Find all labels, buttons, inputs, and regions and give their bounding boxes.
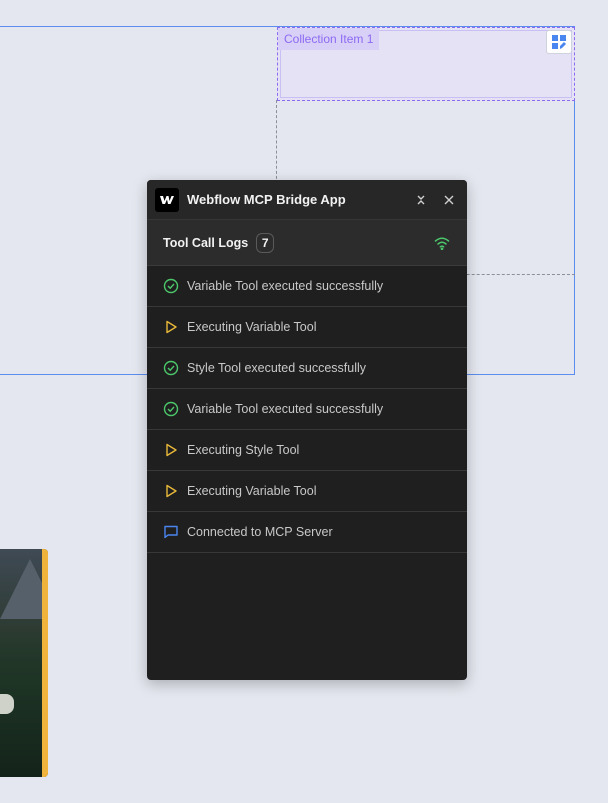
panel-header: Webflow MCP Bridge App xyxy=(147,180,467,220)
log-text: Variable Tool executed successfully xyxy=(187,402,384,416)
check-circle-icon xyxy=(163,278,179,294)
log-item: Connected to MCP Server xyxy=(147,512,467,553)
mcp-bridge-panel: Webflow MCP Bridge App Tool Call Logs 7 xyxy=(147,180,467,680)
play-icon xyxy=(163,483,179,499)
log-text: Executing Variable Tool xyxy=(187,320,317,334)
collection-settings-icon[interactable] xyxy=(546,30,572,54)
collapse-icon[interactable] xyxy=(411,190,431,210)
logs-title: Tool Call Logs xyxy=(163,235,249,250)
log-text: Executing Style Tool xyxy=(187,443,300,457)
log-text: Executing Variable Tool xyxy=(187,484,317,498)
log-item: Variable Tool executed successfully xyxy=(147,389,467,430)
close-icon[interactable] xyxy=(439,190,459,210)
mountain-image xyxy=(0,559,48,619)
check-circle-icon xyxy=(163,360,179,376)
image-card-accent xyxy=(42,549,48,777)
rock-image xyxy=(0,694,14,714)
play-icon xyxy=(163,319,179,335)
log-text: Style Tool executed successfully xyxy=(187,361,367,375)
log-list: Variable Tool executed successfully Exec… xyxy=(147,266,467,553)
log-text: Variable Tool executed successfully xyxy=(187,279,384,293)
webflow-logo-icon xyxy=(155,187,179,212)
image-card[interactable] xyxy=(0,549,48,777)
tool-call-logs-header: Tool Call Logs 7 xyxy=(147,220,467,266)
collection-item-element[interactable]: Collection Item 1 xyxy=(277,27,575,101)
log-item: Executing Style Tool xyxy=(147,430,467,471)
log-item: Variable Tool executed successfully xyxy=(147,266,467,307)
collection-item-label: Collection Item 1 xyxy=(278,28,380,50)
log-item: Executing Variable Tool xyxy=(147,307,467,348)
log-text: Connected to MCP Server xyxy=(187,525,333,539)
log-item: Executing Variable Tool xyxy=(147,471,467,512)
connection-wifi-icon xyxy=(433,235,451,251)
check-circle-icon xyxy=(163,401,179,417)
play-icon xyxy=(163,442,179,458)
panel-title: Webflow MCP Bridge App xyxy=(187,192,346,207)
logs-count-badge: 7 xyxy=(256,232,275,253)
log-item: Style Tool executed successfully xyxy=(147,348,467,389)
message-icon xyxy=(163,524,179,540)
